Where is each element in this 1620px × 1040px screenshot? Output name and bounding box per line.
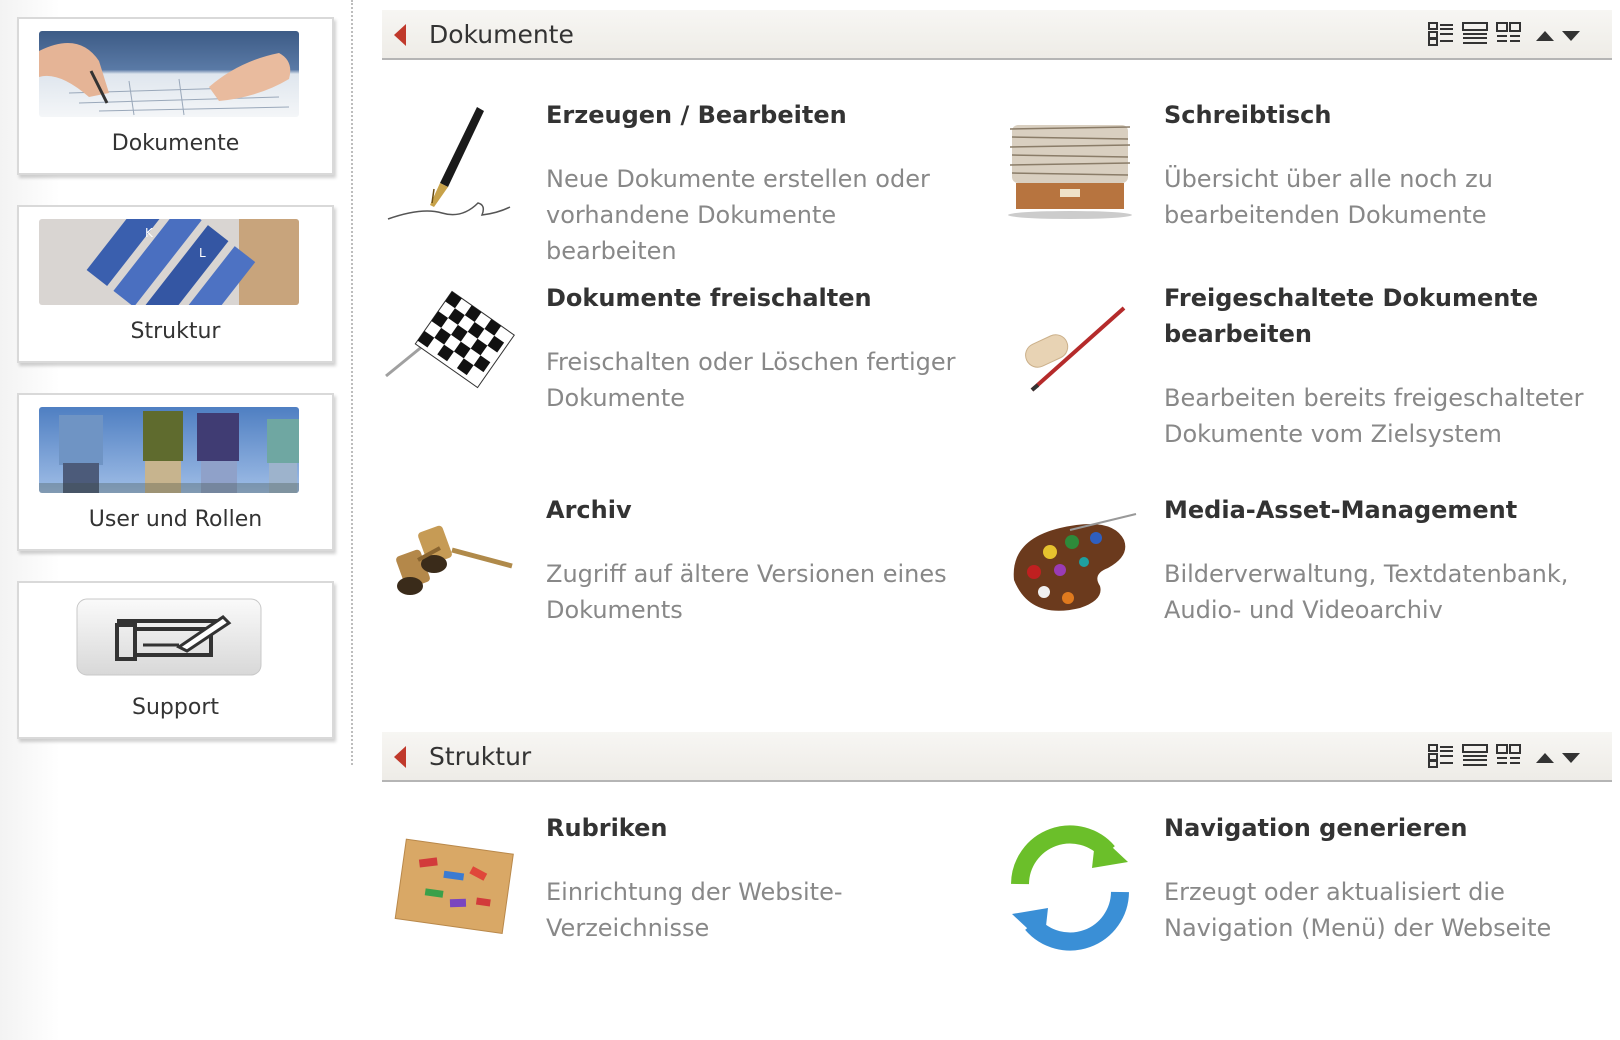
item-description: Einrichtung der Website-Verzeichnisse bbox=[546, 878, 843, 942]
section-title: Dokumente bbox=[429, 20, 574, 49]
printer-icon bbox=[39, 595, 299, 681]
corkboard-icon bbox=[382, 818, 522, 958]
item-description: Bilderverwaltung, Textdatenbank, Audio- … bbox=[1164, 560, 1569, 624]
move-up-icon[interactable] bbox=[1534, 750, 1556, 769]
svg-text:L: L bbox=[199, 246, 206, 260]
section-header-struktur: Struktur bbox=[382, 732, 1612, 782]
item-description: Übersicht über alle noch zu bearbeitende… bbox=[1164, 165, 1493, 229]
opera-glasses-icon bbox=[382, 500, 522, 640]
sidebar-tile-label: Support bbox=[132, 695, 219, 720]
item-title: Erzeugen / Bearbeiten bbox=[546, 101, 847, 129]
item-description: Bearbeiten bereits freigeschalteter Doku… bbox=[1164, 384, 1584, 448]
paint-palette-icon bbox=[1000, 500, 1140, 640]
svg-text:K: K bbox=[145, 226, 154, 240]
sidebar-tile-label: User und Rollen bbox=[88, 507, 263, 532]
rows-view-icon[interactable] bbox=[1462, 22, 1488, 50]
pencil-eraser-icon bbox=[1000, 280, 1140, 420]
item-description: Neue Dokumente erstellen oder vorhandene… bbox=[546, 165, 930, 265]
checkered-flag-icon bbox=[382, 280, 522, 420]
people-group-photo bbox=[39, 407, 299, 493]
item-description: Erzeugt oder aktualisiert die Navigation… bbox=[1164, 878, 1552, 942]
item-description: Zugriff auf ältere Versionen eines Dokum… bbox=[546, 560, 947, 624]
grid-view-icon[interactable] bbox=[1496, 744, 1522, 772]
item-title: Navigation generieren bbox=[1164, 814, 1468, 842]
sidebar-tile-label: Struktur bbox=[130, 319, 221, 344]
item-title: Freigeschaltete Dokumente bearbeiten bbox=[1164, 284, 1539, 348]
item-title: Schreibtisch bbox=[1164, 101, 1332, 129]
list-view-icon[interactable] bbox=[1428, 22, 1454, 50]
sidebar-tile-struktur[interactable]: K L Struktur bbox=[17, 205, 334, 363]
sidebar-tile-user-und-rollen[interactable]: User und Rollen bbox=[17, 393, 334, 551]
move-up-icon[interactable] bbox=[1534, 28, 1556, 47]
folder-tabs-photo: K L bbox=[39, 219, 299, 305]
list-view-icon[interactable] bbox=[1428, 744, 1454, 772]
collapse-arrow-icon[interactable] bbox=[394, 746, 406, 768]
item-title: Rubriken bbox=[546, 814, 668, 842]
rows-view-icon[interactable] bbox=[1462, 744, 1488, 772]
move-down-icon[interactable] bbox=[1560, 28, 1582, 47]
sidebar-tile-support[interactable]: Support bbox=[17, 581, 334, 739]
paper-stack-icon bbox=[1000, 95, 1140, 235]
document-writing-photo bbox=[39, 31, 299, 117]
sidebar-tile-label: Dokumente bbox=[111, 131, 240, 156]
move-down-icon[interactable] bbox=[1560, 750, 1582, 769]
item-title: Dokumente freischalten bbox=[546, 284, 872, 312]
section-title: Struktur bbox=[429, 742, 532, 771]
item-title: Archiv bbox=[546, 496, 632, 524]
collapse-arrow-icon[interactable] bbox=[394, 24, 406, 46]
item-title: Media-Asset-Management bbox=[1164, 496, 1518, 524]
sidebar-divider bbox=[351, 0, 353, 765]
item-description: Freischalten oder Löschen fertiger Dokum… bbox=[546, 348, 956, 412]
section-header-dokumente: Dokumente bbox=[382, 10, 1612, 60]
sidebar: Dokumente K L Struktur User und Rollen S… bbox=[0, 0, 360, 1040]
refresh-arrows-icon bbox=[1000, 818, 1140, 958]
grid-view-icon[interactable] bbox=[1496, 22, 1522, 50]
sidebar-tile-dokumente[interactable]: Dokumente bbox=[17, 17, 334, 175]
fountain-pen-icon bbox=[382, 95, 522, 235]
